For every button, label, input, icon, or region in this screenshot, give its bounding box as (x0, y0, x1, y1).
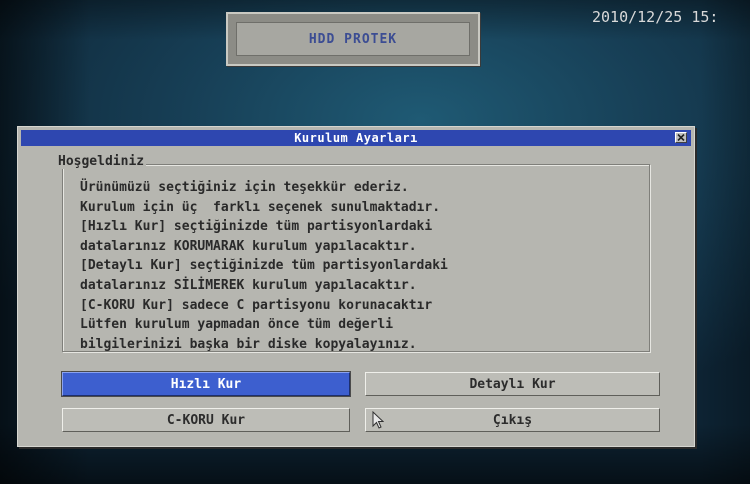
message-line: [Hızlı Kur] seçtiğinizde tüm partisyonla… (80, 219, 433, 235)
brand-title: HDD PROTEK (236, 22, 470, 56)
message-line: [Detaylı Kur] seçtiğinizde tüm partisyon… (80, 258, 448, 274)
message-line: Lütfen kurulum yapmadan önce tüm değerli (80, 317, 394, 333)
dialog-titlebar: Kurulum Ayarları (21, 130, 691, 146)
brand-box: HDD PROTEK (226, 12, 480, 66)
message-line: Kurulum için üç farklı seçenek sunulmakt… (80, 199, 441, 215)
exit-button[interactable]: Çıkış (365, 408, 660, 432)
datetime-display: 2010/12/25 15: (592, 8, 719, 26)
message-line: bilgilerinizi başka bir diske kopyalayın… (80, 336, 417, 352)
message-line: datalarınız KORUMARAK kurulum yapılacakt… (80, 238, 417, 254)
dialog-title: Kurulum Ayarları (294, 131, 418, 145)
welcome-group-title: Hoşgeldiniz (56, 154, 147, 169)
quick-install-button[interactable]: Hızlı Kur (61, 371, 351, 397)
message-line: datalarınız SİLİMEREK kurulum yapılacakt… (80, 277, 417, 293)
setup-dialog: Kurulum Ayarları Hoşgeldiniz Ürünümüzü s… (17, 126, 695, 447)
close-icon (677, 134, 685, 141)
mouse-cursor-icon (372, 411, 384, 429)
detailed-install-button[interactable]: Detaylı Kur (365, 372, 660, 396)
message-line: Ürünümüzü seçtiğiniz için teşekkür ederi… (80, 180, 409, 195)
welcome-message: Ürünümüzü seçtiğiniz için teşekkür ederi… (80, 178, 640, 354)
message-line: [C-KORU Kur] sadece C partisyonu korunac… (80, 297, 433, 313)
close-button[interactable] (675, 132, 687, 143)
c-koru-install-button[interactable]: C-KORU Kur (62, 408, 350, 432)
